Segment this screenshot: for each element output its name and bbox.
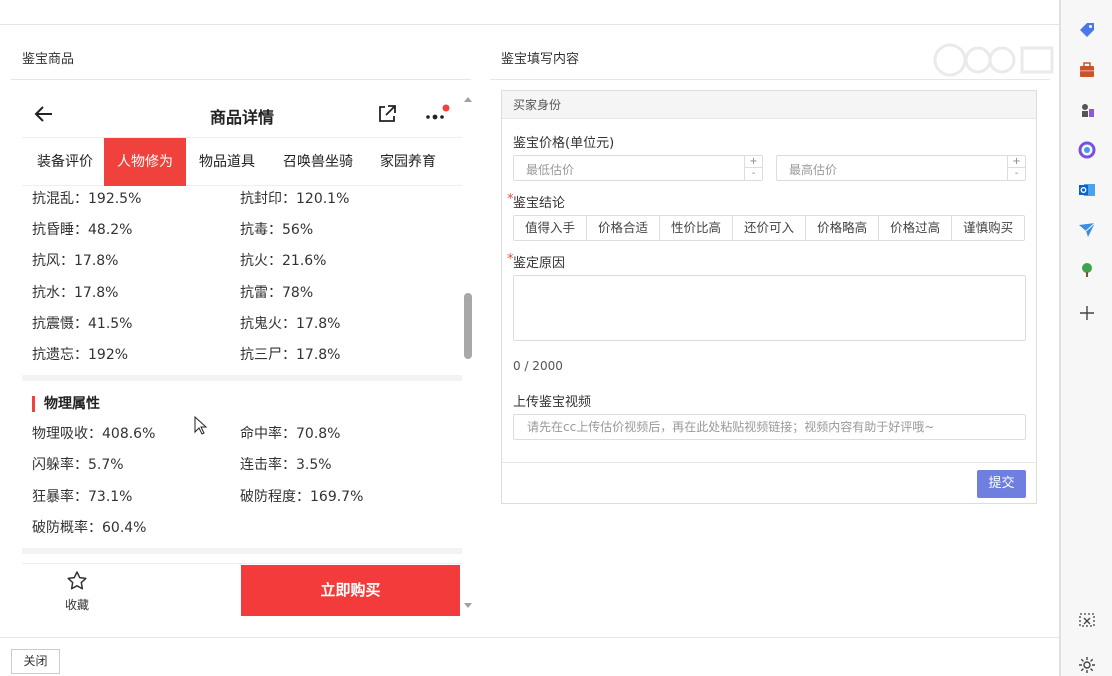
browser-sidebar — [1061, 0, 1112, 676]
appraisal-form: 买家身份 鉴宝价格(单位元) 最低估价 + - 最高估价 + - * 鉴宝结论 值得入… — [501, 90, 1037, 504]
tab-home[interactable]: 家园养育 — [372, 138, 444, 186]
form-section-head: 买家身份 — [502, 91, 1036, 119]
divider — [11, 79, 471, 80]
section-separator — [22, 548, 462, 554]
increment-icon[interactable]: + — [745, 156, 762, 168]
scroll-down-arrow[interactable] — [464, 603, 472, 608]
add-icon[interactable] — [1077, 303, 1097, 323]
attr-item: 抗昏睡：48.2% — [32, 222, 133, 238]
min-price-stepper[interactable]: + - — [744, 156, 762, 180]
attr-item: 破防程度：169.7% — [240, 489, 364, 505]
mouse-cursor-icon — [194, 416, 208, 435]
phone-header: 商品详情 — [22, 90, 462, 138]
option-cautious[interactable]: 谨慎购买 — [952, 216, 1024, 240]
attr-item: 闪躲率：5.7% — [32, 457, 124, 473]
option-too-high[interactable]: 价格过高 — [879, 216, 953, 240]
decrement-icon[interactable]: - — [745, 168, 762, 180]
main-area: 鉴宝商品 鉴宝填写内容 商品详情 装备评价 人物修为 物品道具 召唤兽坐骑 家园… — [0, 0, 1060, 676]
price-label: 鉴宝价格(单位元) — [513, 136, 615, 151]
more-icon[interactable] — [422, 103, 450, 125]
attr-item: 抗毒：56% — [240, 222, 314, 238]
attr-item: 抗风：17.8% — [32, 253, 119, 269]
category-tabs: 装备评价 人物修为 物品道具 召唤兽坐骑 家园养育 — [22, 138, 462, 186]
attr-item: 破防概率：60.4% — [32, 520, 147, 536]
tab-items[interactable]: 物品道具 — [190, 138, 264, 186]
share-icon[interactable] — [376, 103, 398, 125]
attr-item: 物理吸收：408.6% — [32, 426, 156, 442]
tab-equipment[interactable]: 装备评价 — [27, 138, 103, 186]
section-separator — [22, 375, 462, 381]
close-button[interactable]: 关闭 — [11, 649, 60, 674]
settings-gear-icon[interactable] — [1077, 655, 1097, 675]
option-bargain[interactable]: 还价可入 — [733, 216, 807, 240]
copilot-icon[interactable] — [1077, 140, 1097, 160]
tab-pets[interactable]: 召唤兽坐骑 — [274, 138, 362, 186]
attr-item: 连击率：3.5% — [240, 457, 332, 473]
max-price-input[interactable]: 最高估价 + - — [776, 155, 1026, 181]
max-price-placeholder: 最高估价 — [789, 163, 838, 177]
option-worth-buying[interactable]: 值得入手 — [514, 216, 588, 240]
attr-item: 抗水：17.8% — [32, 285, 119, 301]
buy-now-button[interactable]: 立即购买 — [241, 565, 460, 616]
outlook-icon[interactable] — [1077, 180, 1097, 200]
char-counter: 0 / 2000 — [513, 359, 563, 373]
decrement-icon[interactable]: - — [1008, 168, 1025, 180]
conclusion-label: * 鉴宝结论 — [507, 192, 566, 211]
top-bar — [0, 0, 1060, 25]
scroll-up-arrow[interactable] — [464, 97, 472, 102]
option-slightly-high[interactable]: 价格略高 — [806, 216, 880, 240]
required-mark: * — [507, 192, 514, 207]
attr-item: 狂暴率：73.1% — [32, 489, 133, 505]
reason-textarea[interactable] — [513, 275, 1026, 341]
attr-item: 命中率：70.8% — [240, 426, 341, 442]
option-good-value[interactable]: 性价比高 — [660, 216, 734, 240]
briefcase-icon[interactable] — [1077, 60, 1097, 80]
right-panel-title: 鉴宝填写内容 — [501, 52, 580, 67]
attr-item: 抗混乱：192.5% — [32, 191, 142, 207]
tree-icon[interactable] — [1077, 260, 1097, 280]
option-fair-price[interactable]: 价格合适 — [587, 216, 661, 240]
physical-section-title: 物理属性 — [32, 396, 100, 412]
conclusion-options: 值得入手 价格合适 性价比高 还价可入 价格略高 价格过高 谨慎购买 — [513, 215, 1026, 241]
min-price-placeholder: 最低估价 — [526, 163, 575, 177]
min-price-input[interactable]: 最低估价 + - — [513, 155, 763, 181]
screenshot-icon[interactable] — [1077, 611, 1097, 631]
max-price-stepper[interactable]: + - — [1007, 156, 1025, 180]
left-panel-title: 鉴宝商品 — [22, 52, 75, 67]
star-icon[interactable] — [66, 570, 88, 592]
tab-character[interactable]: 人物修为 — [104, 138, 186, 186]
send-icon[interactable] — [1077, 220, 1097, 240]
favorite-label[interactable]: 收藏 — [52, 596, 102, 613]
video-label: 上传鉴宝视频 — [513, 395, 592, 410]
attr-item: 抗封印：120.1% — [240, 191, 350, 207]
tag-icon[interactable] — [1077, 20, 1097, 40]
product-detail-phone: 商品详情 装备评价 人物修为 物品道具 召唤兽坐骑 家园养育 抗混乱：192.5… — [22, 90, 462, 617]
attr-item: 抗遗忘：192% — [32, 347, 129, 363]
increment-icon[interactable]: + — [1008, 156, 1025, 168]
video-link-input[interactable]: 请先在cc上传估价视频后，再在此处粘贴视频链接；视频内容有助于好评哦~ — [513, 414, 1026, 440]
attr-item: 抗三尸：17.8% — [240, 347, 341, 363]
reason-label: * 鉴定原因 — [507, 252, 566, 271]
attr-item: 抗火：21.6% — [240, 253, 327, 269]
scrollbar-thumb[interactable] — [464, 293, 472, 359]
attr-item: 抗震慑：41.5% — [32, 316, 133, 332]
chess-icon[interactable] — [1077, 100, 1097, 120]
submit-button[interactable]: 提交 — [977, 470, 1026, 498]
bottom-action-bar: 收藏 立即购买 — [22, 563, 462, 617]
attr-item: 抗鬼火：17.8% — [240, 316, 341, 332]
attr-item: 抗雷：78% — [240, 285, 314, 301]
divider — [0, 637, 1060, 638]
divider — [502, 462, 1036, 463]
required-mark: * — [507, 252, 514, 267]
cc-watermark-logo — [933, 43, 1054, 77]
